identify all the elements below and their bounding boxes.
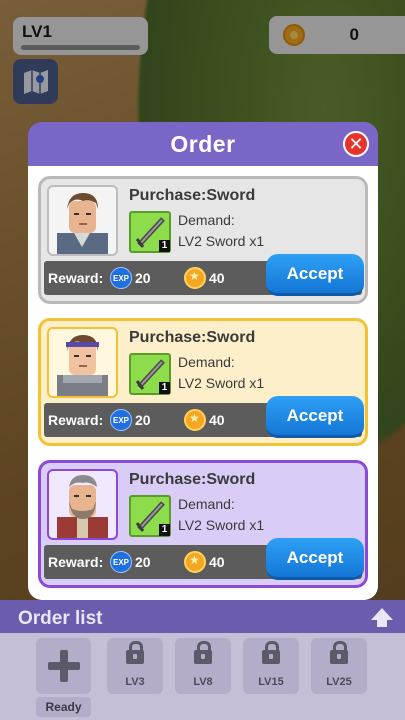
gold-reward-value: 40 <box>209 554 225 570</box>
item-count: 1 <box>159 382 170 394</box>
customer-portrait <box>47 327 118 398</box>
accept-button[interactable]: Accept <box>266 254 364 296</box>
close-button[interactable]: ✕ <box>343 131 369 157</box>
order-title: Purchase:Sword <box>129 329 256 346</box>
accept-button[interactable]: Accept <box>266 396 364 438</box>
exp-icon: EXP <box>110 551 132 573</box>
demand-label: Demand: <box>178 212 235 228</box>
exp-icon: EXP <box>110 267 132 289</box>
accept-button[interactable]: Accept <box>266 538 364 580</box>
order-title: Purchase:Sword <box>129 187 256 204</box>
dialog-title: Order <box>28 122 378 166</box>
demand-label: Demand: <box>178 496 235 512</box>
demand-value: LV2 Sword x1 <box>178 517 265 533</box>
lock-icon <box>262 641 280 664</box>
gold-coin-icon <box>184 409 206 431</box>
order-card: Purchase:Sword 1 Demand: LV2 Sword x1 Re… <box>38 460 368 588</box>
customer-avatar-icon <box>57 193 108 254</box>
customer-avatar-icon <box>57 475 108 538</box>
order-title: Purchase:Sword <box>129 471 256 488</box>
demand-value: LV2 Sword x1 <box>178 233 265 249</box>
lock-icon <box>126 641 144 664</box>
locked-slot[interactable]: LV3 <box>107 638 163 694</box>
slot-level-label: LV3 <box>125 676 145 688</box>
item-slot: 1 <box>129 211 171 253</box>
reward-label: Reward: <box>48 270 104 286</box>
close-icon: ✕ <box>348 134 364 154</box>
lock-icon <box>194 641 212 664</box>
exp-reward-value: 20 <box>135 412 151 428</box>
order-dialog: Order ✕ Purchase:Sword 1 Demand: LV2 Swo… <box>28 122 378 600</box>
order-card: Purchase:Sword 1 Demand: LV2 Sword x1 Re… <box>38 318 368 446</box>
customer-portrait <box>47 185 118 256</box>
reward-label: Reward: <box>48 412 104 428</box>
customer-portrait <box>47 469 118 540</box>
slot-level-label: LV25 <box>326 676 352 688</box>
slot-level-label: LV8 <box>193 676 213 688</box>
customer-avatar-icon <box>57 335 108 396</box>
lock-icon <box>330 641 348 664</box>
item-slot: 1 <box>129 495 171 537</box>
slot-level-label: LV15 <box>258 676 284 688</box>
gold-reward-value: 40 <box>209 412 225 428</box>
item-count: 1 <box>159 524 170 536</box>
demand-label: Demand: <box>178 354 235 370</box>
gold-coin-icon <box>184 267 206 289</box>
locked-slot[interactable]: LV25 <box>311 638 367 694</box>
exp-reward-value: 20 <box>135 270 151 286</box>
reward-label: Reward: <box>48 554 104 570</box>
exp-reward-value: 20 <box>135 554 151 570</box>
exp-icon: EXP <box>110 409 132 431</box>
order-cards-container: Purchase:Sword 1 Demand: LV2 Sword x1 Re… <box>28 166 378 600</box>
ready-label: Ready <box>36 697 91 717</box>
demand-value: LV2 Sword x1 <box>178 375 265 391</box>
gold-reward-value: 40 <box>209 270 225 286</box>
item-slot: 1 <box>129 353 171 395</box>
add-order-slot[interactable] <box>36 638 91 694</box>
order-card: Purchase:Sword 1 Demand: LV2 Sword x1 Re… <box>38 176 368 304</box>
item-count: 1 <box>159 240 170 252</box>
gold-coin-icon <box>184 551 206 573</box>
order-list-title: Order list <box>0 600 405 633</box>
locked-slot[interactable]: LV8 <box>175 638 231 694</box>
locked-slot[interactable]: LV15 <box>243 638 299 694</box>
